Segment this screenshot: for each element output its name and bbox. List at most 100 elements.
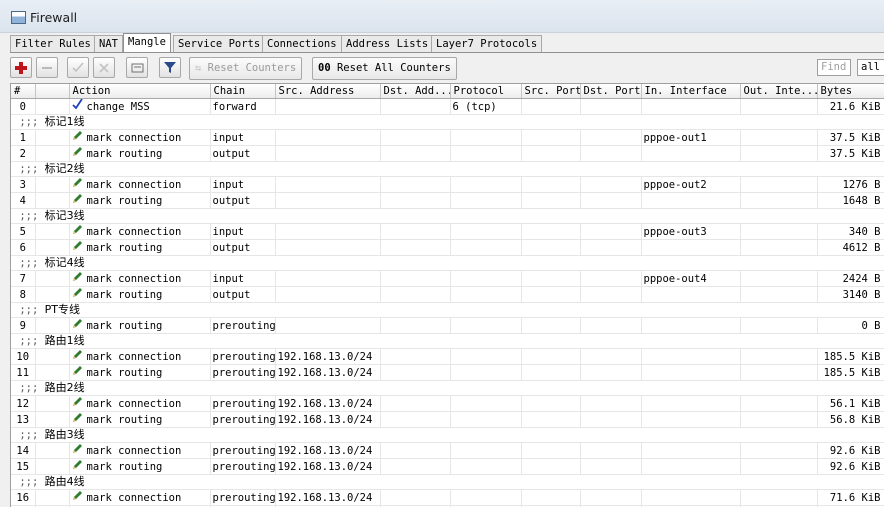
col-header-protocol[interactable]: Protocol [450,84,521,99]
cell-number: 5 [11,224,35,240]
cell-out-interface [740,240,817,256]
comment-row[interactable]: ;;; PT专线 [11,303,884,318]
comment-button[interactable] [126,57,148,78]
cell-flags [35,396,69,412]
col-header-chain[interactable]: Chain [210,84,275,99]
cell-src-port [521,193,580,209]
cell-chain: input [210,177,275,193]
col-header-dst-port[interactable]: Dst. Port [580,84,641,99]
cell-src-port [521,459,580,475]
table-row[interactable]: 13mark routingprerouting192.168.13.0/245… [11,412,884,428]
tab-service-ports[interactable]: Service Ports [173,35,265,52]
enable-button[interactable] [67,57,89,78]
cell-src-address [275,99,380,115]
cell-dst-address [380,287,450,303]
comment-row[interactable]: ;;; 标记1线 [11,115,884,130]
col-header-action[interactable]: Action [69,84,210,99]
table-row[interactable]: 2mark routingoutput37.5 KiB [11,146,884,162]
cell-dst-address [380,177,450,193]
reset-counters-button[interactable]: ⇆ Reset Counters [189,57,302,80]
cell-out-interface [740,99,817,115]
table-row[interactable]: 14mark connectionprerouting192.168.13.0/… [11,443,884,459]
filter-select[interactable]: all [857,59,884,76]
comment-cell: ;;; 标记1线 [11,115,884,130]
table-row[interactable]: 4mark routingoutput1648 B [11,193,884,209]
table-row[interactable]: 10mark connectionprerouting192.168.13.0/… [11,349,884,365]
table-row[interactable]: 7mark connectioninputpppoe-out42424 B [11,271,884,287]
remove-button[interactable] [36,57,58,78]
add-button[interactable] [10,57,32,78]
col-header-number[interactable]: # [11,84,35,99]
col-header-flags[interactable] [35,84,69,99]
check-icon [72,99,84,114]
cell-dst-address [380,490,450,506]
comment-cell: ;;; 标记2线 [11,162,884,177]
table-row[interactable]: 1mark connectioninputpppoe-out137.5 KiB [11,130,884,146]
table-row[interactable]: 16mark connectionprerouting192.168.13.0/… [11,490,884,506]
table-row[interactable]: 15mark routingprerouting192.168.13.0/249… [11,459,884,475]
cell-out-interface [740,412,817,428]
cell-chain: prerouting [210,349,275,365]
action-label: mark connection [87,226,182,238]
comment-text: 标记4线 [45,256,85,269]
table-row[interactable]: 12mark connectionprerouting192.168.13.0/… [11,396,884,412]
find-input[interactable]: Find [817,59,851,76]
tab-layer7-protocols[interactable]: Layer7 Protocols [431,35,542,52]
comment-prefix: ;;; [19,429,38,441]
cell-chain: input [210,271,275,287]
table-row[interactable]: 0change MSSforward6 (tcp)21.6 KiB [11,99,884,115]
col-header-bytes[interactable]: Bytes [817,84,884,99]
comment-row[interactable]: ;;; 路由4线 [11,475,884,490]
reset-all-counters-button[interactable]: 00 Reset All Counters [312,57,457,80]
comment-row[interactable]: ;;; 路由3线 [11,428,884,443]
cell-action: mark connection [69,396,210,412]
comment-cell: ;;; 路由4线 [11,475,884,490]
table-row[interactable]: 5mark connectioninputpppoe-out3340 B [11,224,884,240]
comment-row[interactable]: ;;; 标记3线 [11,209,884,224]
tab-mangle[interactable]: Mangle [123,33,171,53]
cell-protocol [450,396,521,412]
comment-row[interactable]: ;;; 路由2线 [11,381,884,396]
col-header-out-interface[interactable]: Out. Inte... [740,84,817,99]
tab-filter-rules[interactable]: Filter Rules [10,35,96,52]
filter-button[interactable] [159,57,181,78]
cell-src-port [521,287,580,303]
table-row[interactable]: 6mark routingoutput4612 B [11,240,884,256]
cell-out-interface [740,349,817,365]
cell-src-address: 192.168.13.0/24 [275,443,380,459]
cell-src-port [521,224,580,240]
tab-connections[interactable]: Connections [262,35,342,52]
pencil-icon [72,130,84,145]
comment-row[interactable]: ;;; 路由1线 [11,334,884,349]
action-label: mark routing [87,461,163,473]
cell-out-interface [740,459,817,475]
disable-button[interactable] [93,57,115,78]
table-row[interactable]: 3mark connectioninputpppoe-out21276 B [11,177,884,193]
tab-nat[interactable]: NAT [94,35,123,52]
col-header-dst-address[interactable]: Dst. Add... [380,84,450,99]
col-header-in-interface[interactable]: In. Interface [641,84,740,99]
cell-flags [35,459,69,475]
col-header-src-port[interactable]: Src. Port [521,84,580,99]
comment-text: 路由3线 [45,428,85,441]
table-row[interactable]: 9mark routingprerouting0 B [11,318,884,334]
cell-src-port [521,490,580,506]
cell-flags [35,443,69,459]
table-row[interactable]: 8mark routingoutput3140 B [11,287,884,303]
cell-in-interface: pppoe-out4 [641,271,740,287]
cell-dst-port [580,224,641,240]
table-row[interactable]: 11mark routingprerouting192.168.13.0/241… [11,365,884,381]
cell-action: mark routing [69,287,210,303]
comment-row[interactable]: ;;; 标记2线 [11,162,884,177]
cell-dst-port [580,459,641,475]
cell-protocol [450,365,521,381]
col-header-src-address[interactable]: Src. Address [275,84,380,99]
comment-cell: ;;; 路由2线 [11,381,884,396]
cell-dst-address [380,459,450,475]
comment-row[interactable]: ;;; 标记4线 [11,256,884,271]
cell-out-interface [740,490,817,506]
action-label: mark routing [87,320,163,332]
cell-flags [35,177,69,193]
tab-address-lists[interactable]: Address Lists [341,35,433,52]
cell-number: 15 [11,459,35,475]
